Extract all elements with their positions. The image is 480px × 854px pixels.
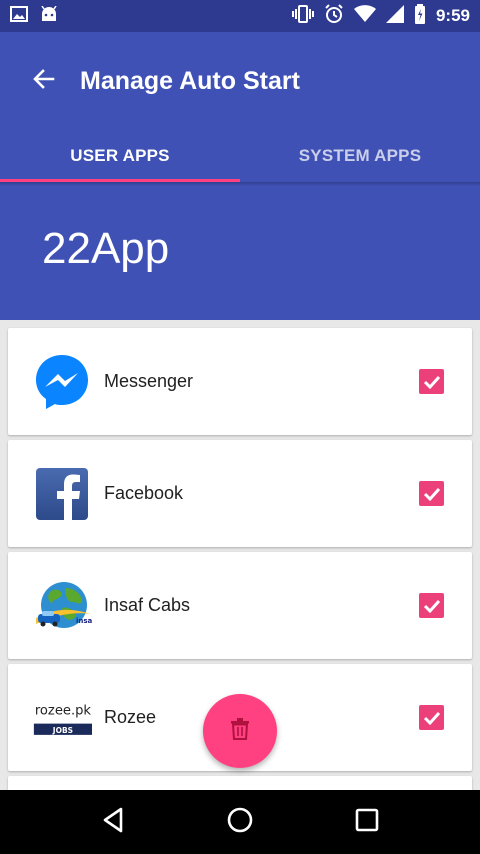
rozee-icon: rozee.pk JOBS	[32, 688, 92, 748]
autostart-checkbox[interactable]	[419, 369, 444, 394]
facebook-icon	[32, 464, 92, 524]
app-bar: Manage Auto Start USER APPS SYSTEM APPS …	[0, 32, 480, 320]
tab-system-apps[interactable]: SYSTEM APPS	[240, 130, 480, 182]
messenger-icon	[32, 352, 92, 412]
page-title: Manage Auto Start	[80, 66, 300, 95]
home-circle-icon	[226, 806, 254, 839]
tab-user-apps[interactable]: USER APPS	[0, 130, 240, 182]
app-name: Facebook	[104, 483, 184, 503]
tabs-shadow	[0, 182, 480, 186]
status-right-icons: 9:59	[291, 3, 470, 29]
status-left-icons	[10, 5, 58, 27]
autostart-checkbox[interactable]	[419, 705, 444, 730]
insaf-cabs-icon: insaf	[32, 576, 92, 636]
nav-home-button[interactable]	[210, 797, 270, 847]
status-time: 9:59	[435, 6, 470, 25]
app-name: Insaf Cabs	[104, 595, 191, 615]
header-title: 22App	[42, 224, 170, 273]
autostart-checkbox[interactable]	[419, 593, 444, 618]
back-button[interactable]	[14, 53, 74, 109]
toolbar: Manage Auto Start	[0, 32, 480, 130]
nav-recents-button[interactable]	[337, 797, 397, 847]
list-item-messenger[interactable]: Messenger	[8, 328, 472, 435]
tab-bar: USER APPS SYSTEM APPS	[0, 130, 480, 182]
arrow-back-icon	[32, 67, 56, 96]
autostart-checkbox[interactable]	[419, 481, 444, 506]
wifi-icon	[353, 5, 376, 27]
vibrate-icon	[291, 4, 314, 28]
list-item-facebook[interactable]: Facebook	[8, 440, 472, 547]
recents-square-icon	[355, 808, 379, 837]
status-bar: 9:59	[0, 0, 480, 32]
list-item-insaf-cabs[interactable]: insaf Insaf Cabs	[8, 552, 472, 659]
image-icon	[10, 5, 28, 27]
signal-icon	[385, 4, 404, 28]
back-triangle-icon	[102, 807, 124, 838]
nav-back-button[interactable]	[83, 797, 143, 847]
app-name: Messenger	[104, 371, 194, 391]
delete-icon	[231, 717, 249, 745]
alarm-icon	[324, 3, 344, 29]
rozee-jobs-text: JOBS	[52, 726, 73, 735]
battery-icon	[414, 3, 426, 29]
navigation-bar	[0, 790, 480, 854]
insaf-logo-text: insaf	[76, 617, 92, 625]
rozee-logo-text: rozee.pk	[35, 703, 92, 718]
android-icon	[40, 5, 58, 27]
delete-fab-button[interactable]	[203, 694, 277, 768]
